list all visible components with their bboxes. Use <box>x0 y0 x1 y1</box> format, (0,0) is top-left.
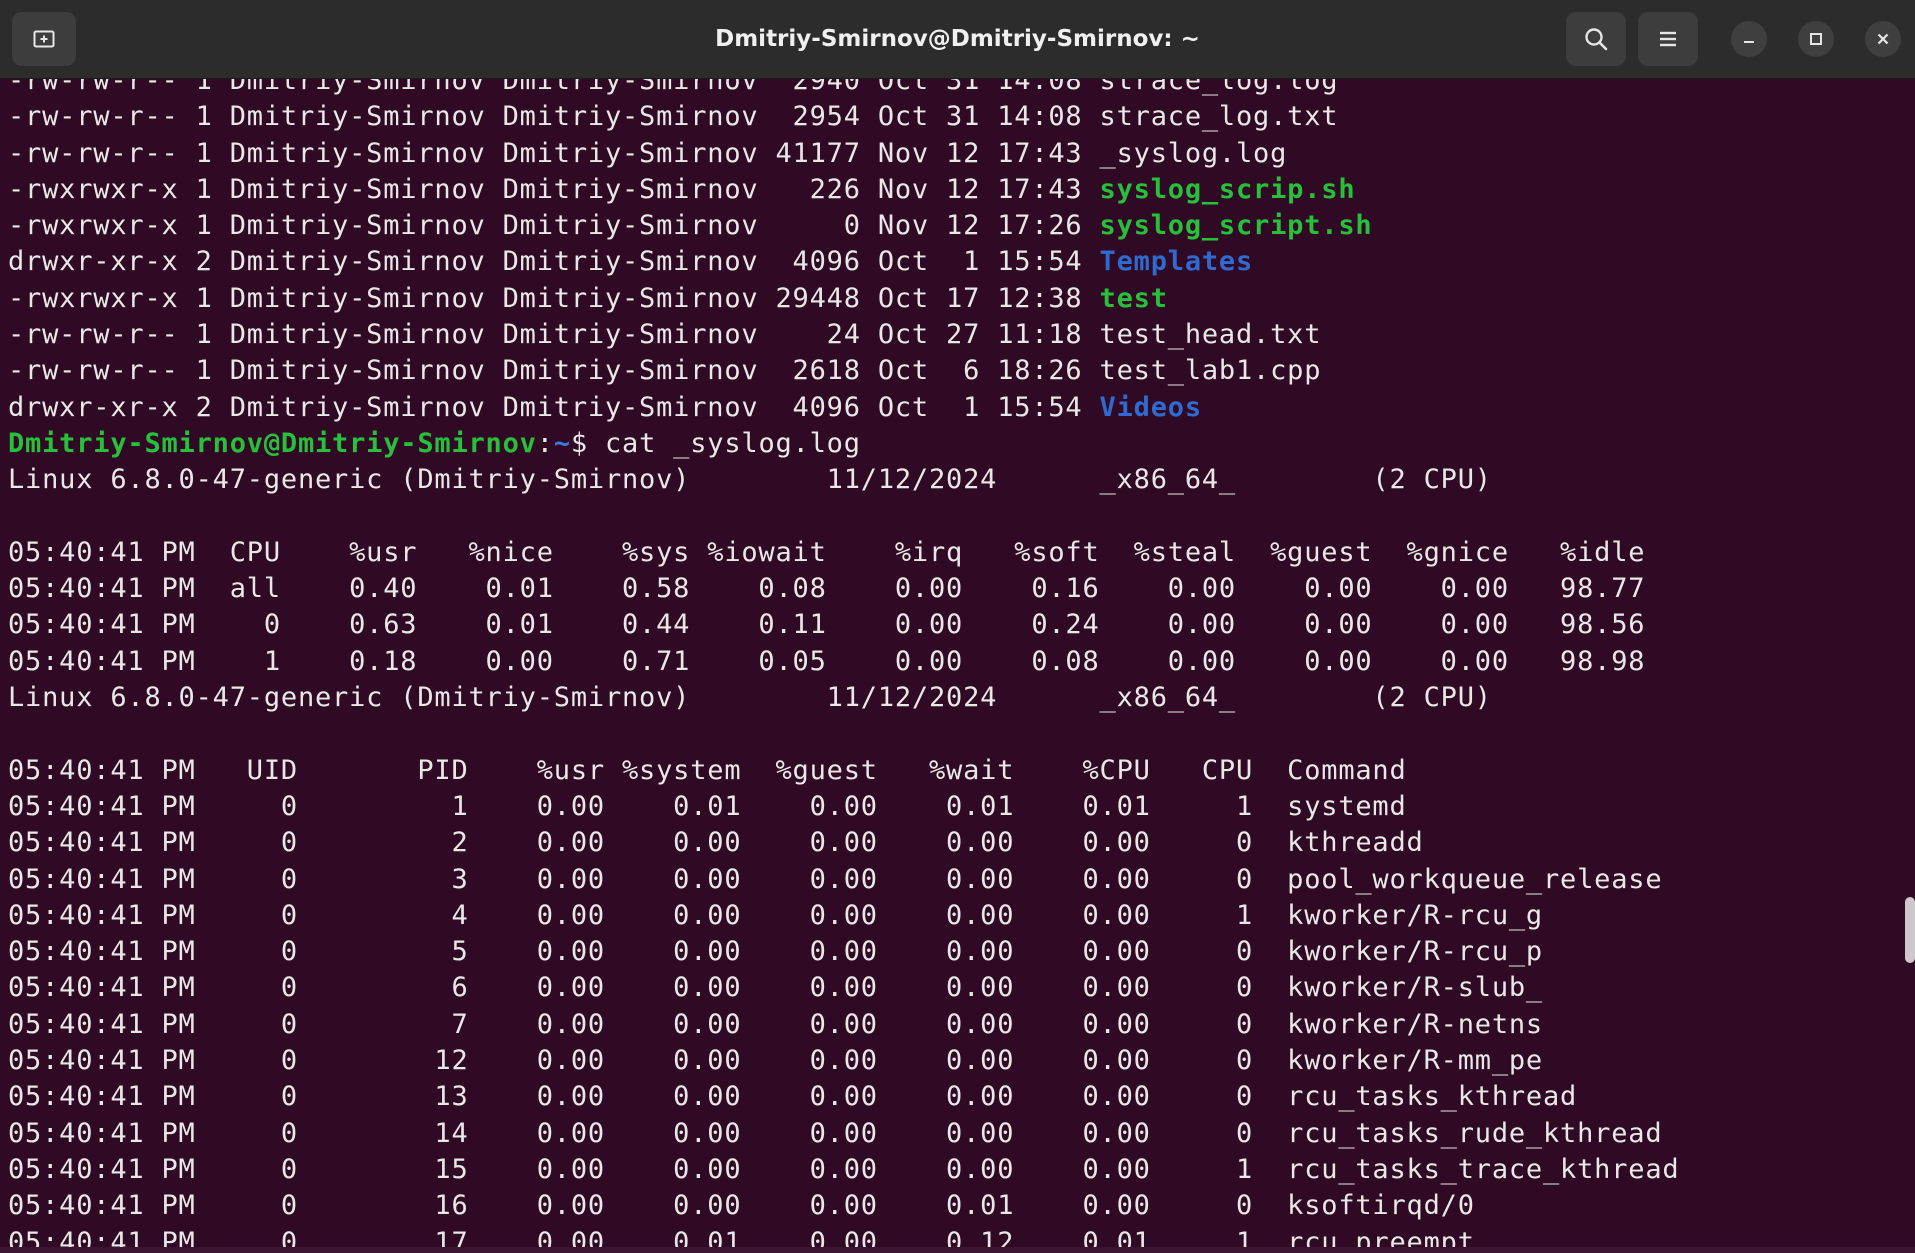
terminal-lines: -rw-rw-r-- 1 Dmitriy-Smirnov Dmitriy-Smi… <box>8 79 1679 1253</box>
line-text: 05:40:41 PM 0 3 0.00 0.00 0.00 0.00 0.00… <box>8 863 1663 895</box>
terminal-line: -rw-rw-r-- 1 Dmitriy-Smirnov Dmitriy-Smi… <box>8 99 1679 135</box>
menu-button[interactable] <box>1638 12 1698 66</box>
dir-text: Videos <box>1099 391 1202 423</box>
terminal-line: -rwxrwxr-x 1 Dmitriy-Smirnov Dmitriy-Smi… <box>8 281 1679 317</box>
line-text: 05:40:41 PM 0 2 0.00 0.00 0.00 0.00 0.00… <box>8 827 1424 859</box>
line-text: -rwxrwxr-x 1 Dmitriy-Smirnov Dmitriy-Smi… <box>8 282 1100 314</box>
line-text: 05:40:41 PM 0 7 0.00 0.00 0.00 0.00 0.00… <box>8 1008 1543 1040</box>
terminal-line: -rw-rw-r-- 1 Dmitriy-Smirnov Dmitriy-Smi… <box>8 353 1679 389</box>
terminal-line: 05:40:41 PM UID PID %usr %system %guest … <box>8 753 1679 789</box>
terminal-line: -rwxrwxr-x 1 Dmitriy-Smirnov Dmitriy-Smi… <box>8 172 1679 208</box>
maximize-button[interactable] <box>1798 21 1834 57</box>
prompt-user-text: Dmitriy-Smirnov@Dmitriy-Smirnov <box>8 427 537 459</box>
terminal-output[interactable]: -rw-rw-r-- 1 Dmitriy-Smirnov Dmitriy-Smi… <box>0 79 1915 1253</box>
line-text: 05:40:41 PM 0 0.63 0.01 0.44 0.11 0.00 0… <box>8 609 1646 641</box>
terminal-line: 05:40:41 PM 0 15 0.00 0.00 0.00 0.00 0.0… <box>8 1152 1679 1188</box>
terminal-line: 05:40:41 PM 0 3 0.00 0.00 0.00 0.00 0.00… <box>8 862 1679 898</box>
line-text: -rw-rw-r-- 1 Dmitriy-Smirnov Dmitriy-Smi… <box>8 319 1322 351</box>
line-text: 05:40:41 PM 1 0.18 0.00 0.71 0.05 0.00 0… <box>8 645 1646 677</box>
terminal-line: Linux 6.8.0-47-generic (Dmitriy-Smirnov)… <box>8 462 1679 498</box>
terminal-line: 05:40:41 PM 0 12 0.00 0.00 0.00 0.00 0.0… <box>8 1043 1679 1079</box>
line-text: Linux 6.8.0-47-generic (Dmitriy-Smirnov)… <box>8 682 1492 714</box>
line-text: 05:40:41 PM 0 5 0.00 0.00 0.00 0.00 0.00… <box>8 936 1543 968</box>
line-text: 05:40:41 PM 0 13 0.00 0.00 0.00 0.00 0.0… <box>8 1081 1578 1113</box>
line-text: 05:40:41 PM 0 16 0.00 0.00 0.00 0.01 0.0… <box>8 1190 1475 1222</box>
title-bar[interactable]: Dmitriy-Smirnov@Dmitriy-Smirnov: ~ <box>0 0 1915 79</box>
new-tab-button[interactable] <box>12 12 76 66</box>
terminal-line: drwxr-xr-x 2 Dmitriy-Smirnov Dmitriy-Smi… <box>8 244 1679 280</box>
minimize-icon <box>1744 41 1754 43</box>
terminal-line: 05:40:41 PM 0 5 0.00 0.00 0.00 0.00 0.00… <box>8 934 1679 970</box>
exe-text: syslog_scrip.sh <box>1099 173 1356 205</box>
maximize-icon <box>1810 33 1822 45</box>
hamburger-menu-icon <box>1660 31 1676 47</box>
line-text: drwxr-xr-x 2 Dmitriy-Smirnov Dmitriy-Smi… <box>8 391 1100 423</box>
terminal-line: 05:40:41 PM all 0.40 0.01 0.58 0.08 0.00… <box>8 571 1679 607</box>
terminal-line: -rw-rw-r-- 1 Dmitriy-Smirnov Dmitriy-Smi… <box>8 79 1679 99</box>
line-text: -rw-rw-r-- 1 Dmitriy-Smirnov Dmitriy-Smi… <box>8 137 1288 169</box>
terminal-line: -rw-rw-r-- 1 Dmitriy-Smirnov Dmitriy-Smi… <box>8 136 1679 172</box>
terminal-line: Dmitriy-Smirnov@Dmitriy-Smirnov:~$ cat _… <box>8 426 1679 462</box>
line-text: -rw-rw-r-- 1 Dmitriy-Smirnov Dmitriy-Smi… <box>8 101 1339 133</box>
terminal-line: -rwxrwxr-x 1 Dmitriy-Smirnov Dmitriy-Smi… <box>8 208 1679 244</box>
search-icon <box>1585 28 1608 51</box>
terminal-line: 05:40:41 PM 0 13 0.00 0.00 0.00 0.00 0.0… <box>8 1079 1679 1115</box>
terminal-line: 05:40:41 PM 0 6 0.00 0.00 0.00 0.00 0.00… <box>8 970 1679 1006</box>
line-text: 05:40:41 PM 0 6 0.00 0.00 0.00 0.00 0.00… <box>8 972 1543 1004</box>
line-text: Linux 6.8.0-47-generic (Dmitriy-Smirnov)… <box>8 464 1492 496</box>
line-text: 05:40:41 PM 0 4 0.00 0.00 0.00 0.00 0.00… <box>8 899 1543 931</box>
line-text: 05:40:41 PM CPU %usr %nice %sys %iowait … <box>8 536 1646 568</box>
line-text: -rwxrwxr-x 1 Dmitriy-Smirnov Dmitriy-Smi… <box>8 173 1100 205</box>
line-text: 05:40:41 PM 0 14 0.00 0.00 0.00 0.00 0.0… <box>8 1117 1663 1149</box>
exe-text: syslog_script.sh <box>1099 210 1373 242</box>
line-text: 05:40:41 PM all 0.40 0.01 0.58 0.08 0.00… <box>8 573 1646 605</box>
terminal-line: 05:40:41 PM 0 0.63 0.01 0.44 0.11 0.00 0… <box>8 607 1679 643</box>
window-bottom-edge <box>0 1247 1915 1253</box>
terminal-line: 05:40:41 PM 0 4 0.00 0.00 0.00 0.00 0.00… <box>8 898 1679 934</box>
line-text: : <box>536 427 554 459</box>
terminal-line: 05:40:41 PM CPU %usr %nice %sys %iowait … <box>8 535 1679 571</box>
terminal-line: 05:40:41 PM 0 1 0.00 0.01 0.00 0.01 0.01… <box>8 789 1679 825</box>
new-tab-icon <box>33 30 55 48</box>
line-text: $ cat _syslog.log <box>570 427 861 459</box>
terminal-line: 05:40:41 PM 0 14 0.00 0.00 0.00 0.00 0.0… <box>8 1116 1679 1152</box>
search-button[interactable] <box>1566 12 1626 66</box>
line-text: -rw-rw-r-- 1 Dmitriy-Smirnov Dmitriy-Smi… <box>8 79 1339 96</box>
scrollbar-thumb[interactable] <box>1905 897 1915 963</box>
dir-text: Templates <box>1099 246 1254 278</box>
terminal-line: 05:40:41 PM 0 16 0.00 0.00 0.00 0.01 0.0… <box>8 1188 1679 1224</box>
terminal-line: 05:40:41 PM 0 7 0.00 0.00 0.00 0.00 0.00… <box>8 1007 1679 1043</box>
terminal-line: -rw-rw-r-- 1 Dmitriy-Smirnov Dmitriy-Smi… <box>8 317 1679 353</box>
line-text: drwxr-xr-x 2 Dmitriy-Smirnov Dmitriy-Smi… <box>8 246 1100 278</box>
line-text: 05:40:41 PM 0 1 0.00 0.01 0.00 0.01 0.01… <box>8 790 1407 822</box>
exe-text: test <box>1099 282 1168 314</box>
prompt-path-text: ~ <box>553 427 571 459</box>
line-text: 05:40:41 PM 0 15 0.00 0.00 0.00 0.00 0.0… <box>8 1153 1680 1185</box>
line-text: -rwxrwxr-x 1 Dmitriy-Smirnov Dmitriy-Smi… <box>8 210 1100 242</box>
terminal-line: 05:40:41 PM 0 2 0.00 0.00 0.00 0.00 0.00… <box>8 825 1679 861</box>
minimize-button[interactable] <box>1731 21 1767 57</box>
close-icon <box>1877 33 1889 45</box>
line-text: 05:40:41 PM UID PID %usr %system %guest … <box>8 754 1407 786</box>
terminal-line: 05:40:41 PM 1 0.18 0.00 0.71 0.05 0.00 0… <box>8 644 1679 680</box>
terminal-line: drwxr-xr-x 2 Dmitriy-Smirnov Dmitriy-Smi… <box>8 390 1679 426</box>
line-text: -rw-rw-r-- 1 Dmitriy-Smirnov Dmitriy-Smi… <box>8 355 1322 387</box>
close-button[interactable] <box>1865 21 1901 57</box>
line-text: 05:40:41 PM 0 12 0.00 0.00 0.00 0.00 0.0… <box>8 1045 1543 1077</box>
terminal-window: Dmitriy-Smirnov@Dmitriy-Smirnov: ~ -rw-r… <box>0 0 1915 1253</box>
terminal-line: Linux 6.8.0-47-generic (Dmitriy-Smirnov)… <box>8 680 1679 716</box>
window-title: Dmitriy-Smirnov@Dmitriy-Smirnov: ~ <box>715 26 1200 52</box>
